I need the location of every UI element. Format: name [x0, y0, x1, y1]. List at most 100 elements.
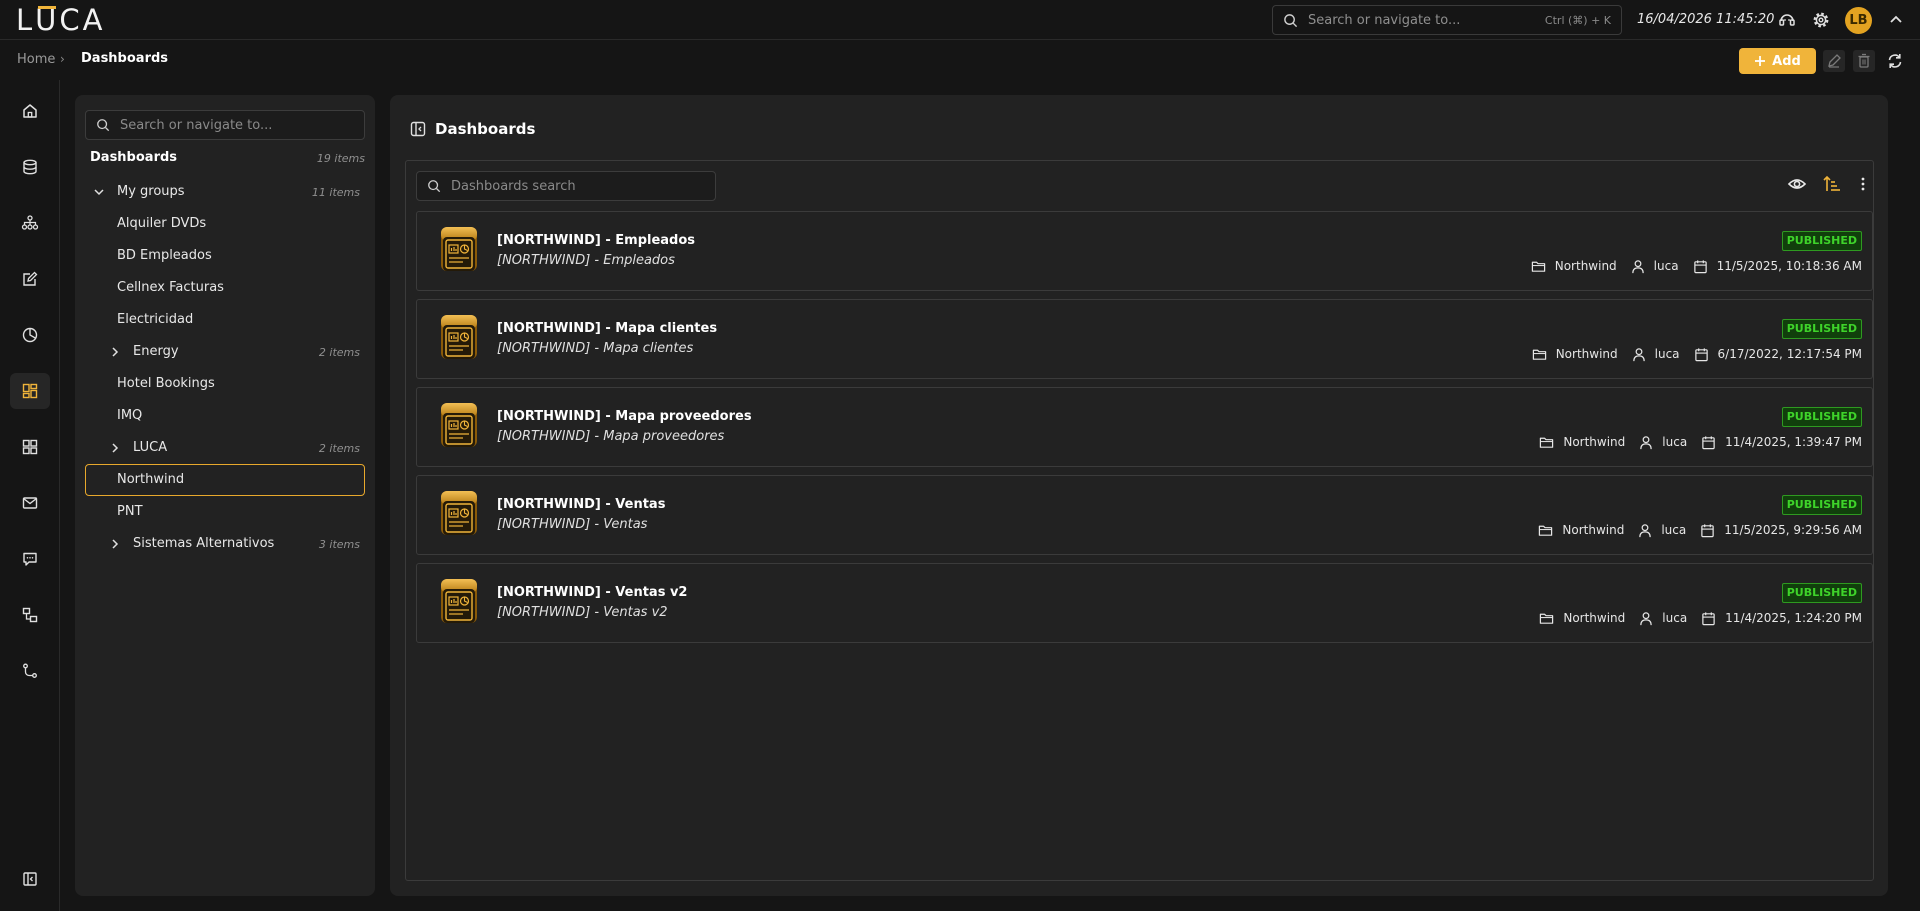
sort-icon[interactable]: [1821, 173, 1843, 195]
tree-item-alquiler-dvds[interactable]: Alquiler DVDs: [85, 209, 365, 239]
eye-icon[interactable]: [1786, 173, 1808, 195]
more-options-icon[interactable]: [1852, 173, 1874, 195]
folder-icon: [1538, 523, 1562, 538]
dashboards-list: Dashboards search [NORTHWIND] - Empleado…: [405, 160, 1874, 881]
calendar-icon: [1701, 435, 1725, 450]
tree-item-electricidad[interactable]: Electricidad: [85, 305, 365, 335]
dashboards-icon: [21, 382, 39, 400]
edit-icon[interactable]: [1823, 50, 1845, 72]
dashboard-folder: Northwind: [1554, 259, 1617, 273]
trash-icon[interactable]: [1853, 50, 1875, 72]
tree-item-cellnex-facturas[interactable]: Cellnex Facturas: [85, 273, 365, 303]
dashboard-thumbnail-icon: [439, 401, 479, 453]
dashboard-card-title[interactable]: [NORTHWIND] - Ventas v2: [497, 585, 687, 600]
tree-item-energy[interactable]: Energy 2 items: [85, 337, 365, 367]
status-badge: PUBLISHED: [1781, 583, 1862, 603]
dashboard-card-subtitle: [NORTHWIND] - Empleados: [497, 253, 675, 268]
plus-icon: [1754, 55, 1766, 67]
collapse-sidebar-button[interactable]: [10, 861, 50, 897]
dashboard-card[interactable]: [NORTHWIND] - Mapa clientes [NORTHWIND] …: [416, 299, 1873, 379]
tree-item-sistemas-alternativos[interactable]: Sistemas Alternativos 3 items: [85, 529, 365, 559]
dashboard-folder: Northwind: [1555, 347, 1618, 361]
dashboard-thumbnail-icon: [439, 313, 479, 365]
dashboard-card-title[interactable]: [NORTHWIND] - Mapa clientes: [497, 321, 717, 336]
calendar-icon: [1700, 523, 1724, 538]
chevron-right-icon[interactable]: [109, 346, 121, 358]
nav-editor[interactable]: [10, 261, 50, 297]
breadcrumb: Home › Dashboards: [0, 40, 1920, 80]
tree-item-pnt[interactable]: PNT: [85, 497, 365, 527]
dashboard-card-title[interactable]: [NORTHWIND] - Ventas: [497, 497, 665, 512]
dashboards-search-input[interactable]: Dashboards search: [416, 171, 716, 201]
app-logo[interactable]: L U CA: [16, 3, 108, 37]
flow-icon: [21, 606, 39, 624]
tree-item-imq[interactable]: IMQ: [85, 401, 365, 431]
edit-icon: [21, 270, 39, 288]
folder-icon: [1539, 435, 1563, 450]
tree-item-northwind[interactable]: Northwind: [85, 464, 365, 496]
tree-item-label: Energy: [133, 344, 179, 359]
nav-models[interactable]: [10, 205, 50, 241]
user-icon: [1638, 523, 1661, 538]
dashboard-date: 11/4/2025, 1:39:47 PM: [1725, 435, 1862, 449]
tree-item-label: Northwind: [117, 472, 185, 487]
tree-item-luca[interactable]: LUCA 2 items: [85, 433, 365, 463]
breadcrumb-home[interactable]: Home: [17, 52, 55, 67]
tree-item-label: BD Empleados: [117, 248, 212, 263]
add-button[interactable]: Add: [1739, 48, 1816, 74]
collapse-panel-icon[interactable]: [410, 121, 426, 137]
tree-item-count: 2 items: [318, 346, 360, 359]
nav-data[interactable]: [10, 149, 50, 185]
user-icon: [1639, 435, 1662, 450]
tree-group-my-groups[interactable]: My groups 11 items: [85, 177, 365, 207]
dashboard-owner: luca: [1653, 259, 1679, 273]
chevron-down-icon[interactable]: [93, 186, 105, 198]
tree-item-bd-empleados[interactable]: BD Empleados: [85, 241, 365, 271]
nav-dashboards[interactable]: [10, 373, 50, 409]
dashboard-card-meta: Northwind luca 11/4/2025, 1:39:47 PM: [1539, 433, 1862, 451]
global-search-input[interactable]: Search or navigate to... Ctrl (⌘) + K: [1272, 5, 1622, 35]
dashboard-card-meta: Northwind luca 11/5/2025, 9:29:56 AM: [1538, 521, 1862, 539]
status-badge: PUBLISHED: [1781, 495, 1862, 515]
tree-item-count: 3 items: [318, 538, 360, 551]
nav-mail[interactable]: [10, 485, 50, 521]
chevron-right-icon[interactable]: [109, 538, 121, 550]
dashboard-thumbnail-icon: [439, 577, 479, 629]
tree-header: Dashboards 19 items: [90, 150, 365, 170]
dashboard-card[interactable]: [NORTHWIND] - Mapa proveedores [NORTHWIN…: [416, 387, 1873, 467]
widgets-icon: [21, 438, 39, 456]
nav-flows[interactable]: [10, 597, 50, 633]
tree-item-hotel-bookings[interactable]: Hotel Bookings: [85, 369, 365, 399]
nav-comments[interactable]: [10, 541, 50, 577]
gear-icon[interactable]: [1811, 10, 1831, 30]
dashboard-card-meta: Northwind luca 11/4/2025, 1:24:20 PM: [1539, 609, 1862, 627]
chevron-up-icon[interactable]: [1886, 10, 1906, 30]
refresh-icon[interactable]: [1884, 50, 1906, 72]
dashboard-card-subtitle: [NORTHWIND] - Ventas: [497, 517, 648, 532]
dashboard-date: 11/5/2025, 10:18:36 AM: [1716, 259, 1862, 273]
dashboard-thumbnail-icon: [439, 489, 479, 541]
dashboard-card-meta: Northwind luca 6/17/2022, 12:17:54 PM: [1532, 345, 1862, 363]
dashboard-card-title[interactable]: [NORTHWIND] - Mapa proveedores: [497, 409, 752, 424]
dashboard-folder: Northwind: [1563, 611, 1626, 625]
support-icon[interactable]: [1777, 10, 1797, 30]
dashboard-card[interactable]: [NORTHWIND] - Ventas v2 [NORTHWIND] - Ve…: [416, 563, 1873, 643]
nav-home[interactable]: [10, 93, 50, 129]
tree-item-label: Alquiler DVDs: [117, 216, 207, 231]
dashboard-card[interactable]: [NORTHWIND] - Ventas [NORTHWIND] - Venta…: [416, 475, 1873, 555]
tree-search-input[interactable]: Search or navigate to...: [85, 110, 365, 140]
chevron-right-icon[interactable]: [109, 442, 121, 454]
user-avatar[interactable]: LB: [1845, 7, 1872, 34]
user-icon: [1639, 611, 1662, 626]
search-icon: [1283, 13, 1298, 28]
mail-icon: [21, 494, 39, 512]
nav-widgets[interactable]: [10, 429, 50, 465]
dashboard-card[interactable]: [NORTHWIND] - Empleados [NORTHWIND] - Em…: [416, 211, 1873, 291]
dashboard-card-title[interactable]: [NORTHWIND] - Empleados: [497, 233, 695, 248]
nav-versions[interactable]: [10, 653, 50, 689]
nav-reports[interactable]: [10, 317, 50, 353]
tree-item-label: IMQ: [117, 408, 143, 423]
tree-item-label: LUCA: [133, 440, 168, 455]
left-navigation-rail: [0, 80, 60, 911]
dashboard-owner: luca: [1654, 347, 1680, 361]
